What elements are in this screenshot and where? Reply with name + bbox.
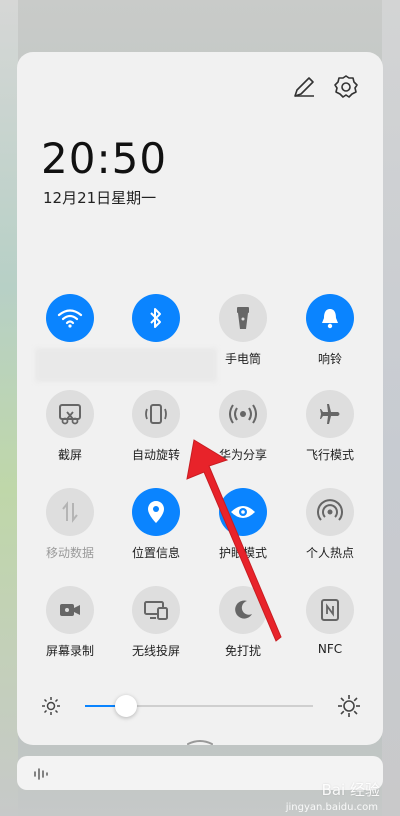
red-arrow-annotation — [186, 439, 282, 642]
watermark-url: jingyan.baidu.com — [285, 802, 378, 813]
watermark-logo: Bai 经验 — [321, 781, 380, 799]
